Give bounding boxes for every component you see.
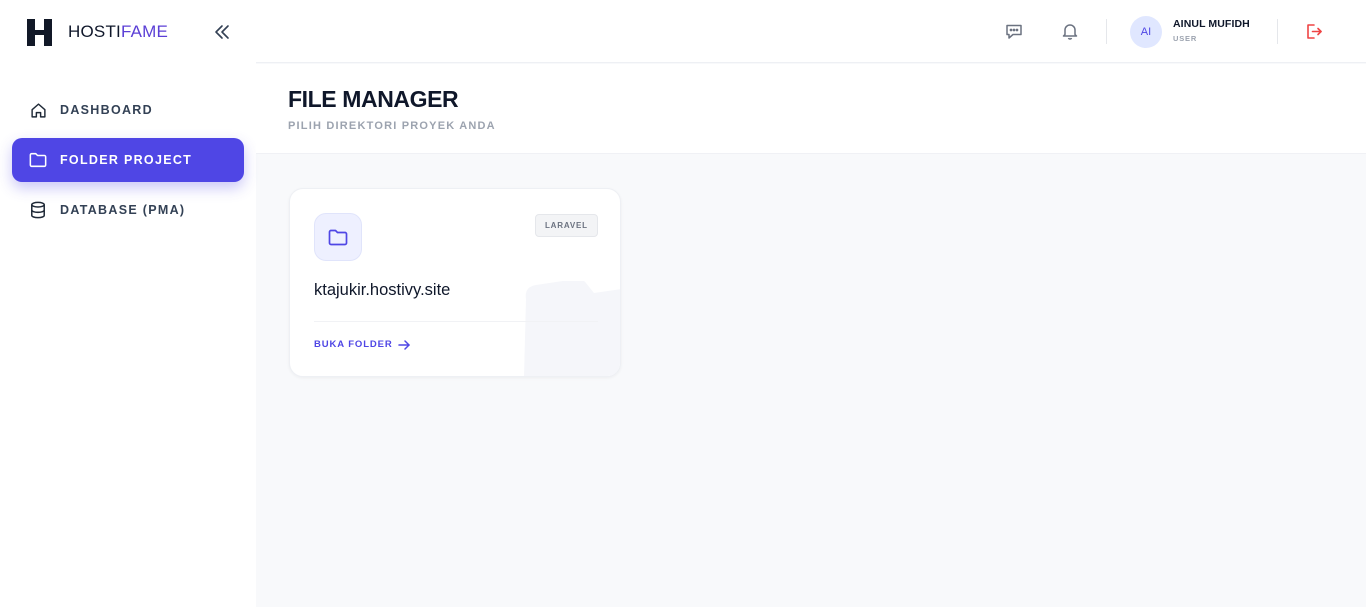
open-folder-label: BUKA FOLDER	[314, 339, 393, 350]
logout-icon	[1307, 23, 1322, 39]
folder-watermark-icon	[524, 281, 620, 376]
logout-button[interactable]	[1304, 21, 1324, 41]
project-card[interactable]: LARAVEL ktajukir.hostivy.site BUKA FOLDE…	[289, 188, 621, 377]
arrow-right-icon	[397, 339, 410, 350]
sidebar-item-database[interactable]: DATABASE (PMA)	[12, 188, 244, 232]
brand-name-primary: HOSTI	[68, 22, 121, 41]
sidebar-nav: DASHBOARD FOLDER PROJECT DATABASE (PMA)	[12, 88, 244, 238]
brand-logo-icon	[27, 18, 52, 46]
database-icon	[29, 201, 47, 219]
home-icon	[29, 101, 47, 119]
sidebar-item-label: DATABASE (PMA)	[60, 203, 186, 217]
topbar: AI AINUL MUFIDH USER	[256, 0, 1366, 63]
card-divider	[314, 321, 598, 322]
app-root: HOSTIFAME DASHBOARD FOLDER PROJECT DATAB…	[0, 0, 1366, 607]
notifications-button[interactable]	[1060, 21, 1080, 41]
header-divider	[1277, 19, 1278, 44]
brand-name: HOSTIFAME	[68, 22, 168, 42]
user-name: AINUL MUFIDH	[1173, 18, 1250, 30]
framework-tag: LARAVEL	[535, 214, 598, 237]
chevrons-left-icon	[215, 25, 229, 39]
sidebar-item-dashboard[interactable]: DASHBOARD	[12, 88, 244, 132]
project-name: ktajukir.hostivy.site	[314, 281, 451, 299]
bell-icon	[1062, 24, 1078, 40]
folder-icon	[29, 151, 47, 169]
sidebar-item-folder-project[interactable]: FOLDER PROJECT	[12, 138, 244, 182]
page-header: FILE MANAGER PILIH DIREKTORI PROYEK ANDA	[256, 64, 1366, 154]
chat-icon	[1006, 24, 1022, 39]
header-divider	[1106, 19, 1107, 44]
open-folder-link[interactable]: BUKA FOLDER	[314, 339, 410, 350]
project-folder-badge	[314, 213, 362, 261]
avatar[interactable]: AI	[1130, 16, 1162, 48]
user-role: USER	[1173, 34, 1198, 43]
page-title: FILE MANAGER	[288, 86, 459, 112]
messages-button[interactable]	[1004, 21, 1024, 41]
brand[interactable]: HOSTIFAME	[27, 18, 168, 46]
sidebar-item-label: FOLDER PROJECT	[60, 153, 193, 167]
page-subtitle: PILIH DIREKTORI PROYEK ANDA	[288, 120, 496, 132]
collapse-sidebar-button[interactable]	[211, 22, 233, 42]
sidebar-item-label: DASHBOARD	[60, 103, 153, 117]
sidebar: HOSTIFAME DASHBOARD FOLDER PROJECT DATAB…	[0, 0, 256, 607]
folder-icon	[328, 229, 348, 245]
brand-name-accent: FAME	[120, 22, 169, 41]
